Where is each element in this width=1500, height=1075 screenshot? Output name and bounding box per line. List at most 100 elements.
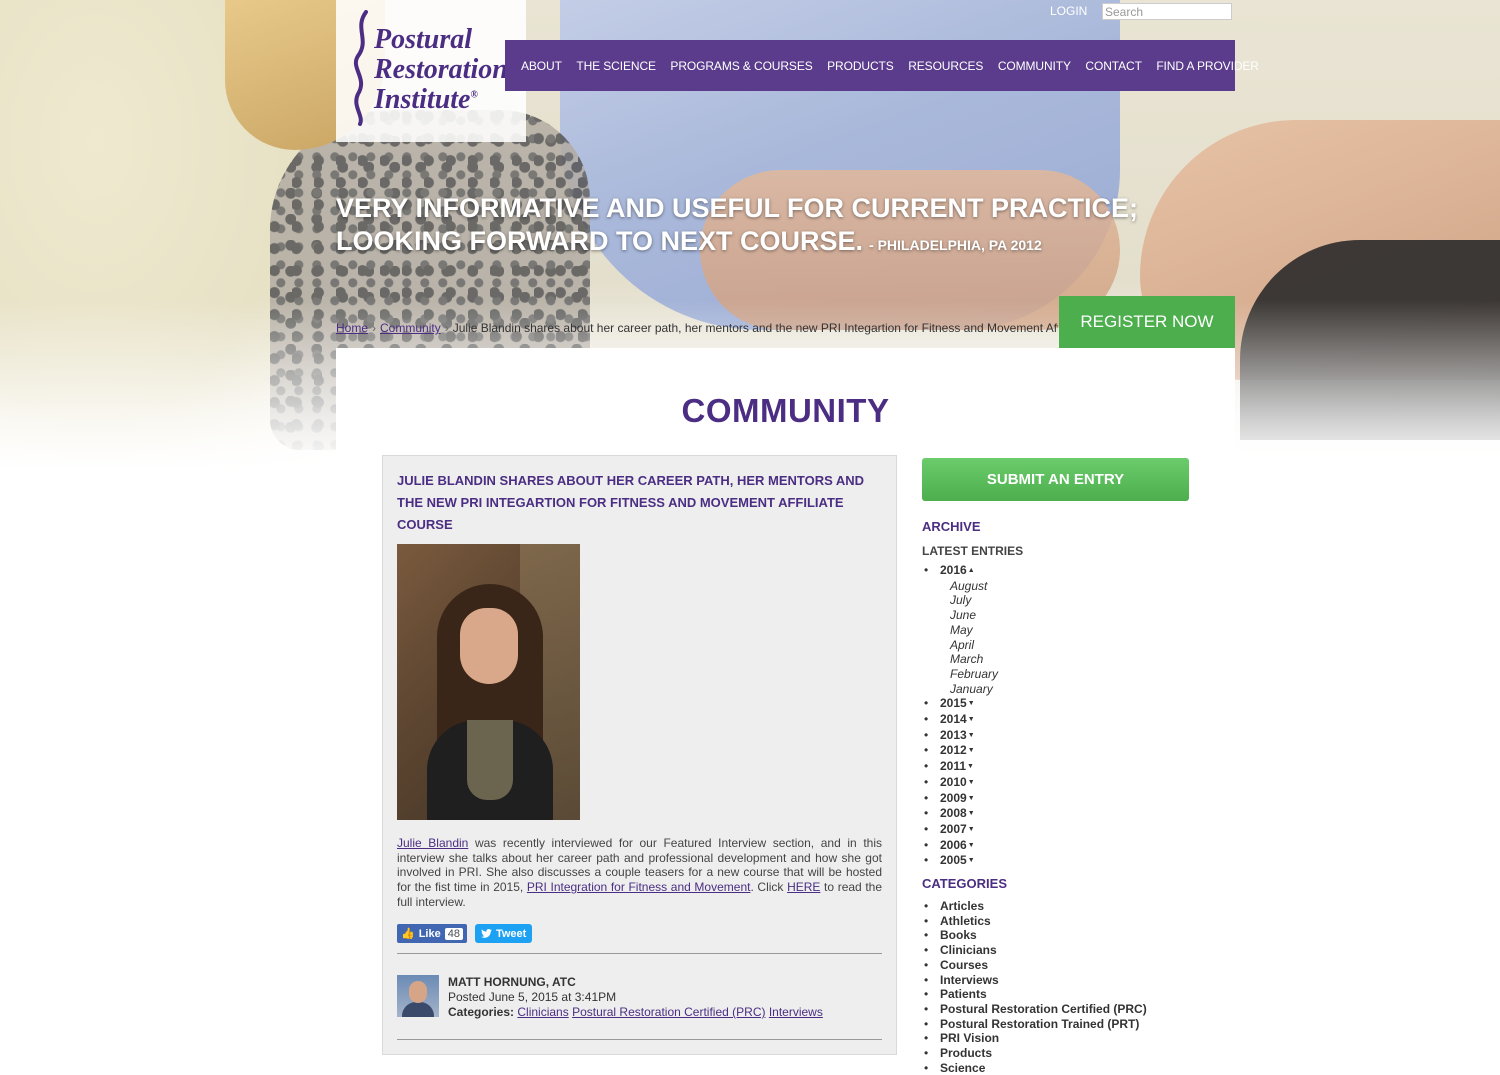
nav-about[interactable]: ABOUT: [521, 59, 562, 73]
author-name: MATT HORNUNG, ATC: [448, 975, 576, 989]
archive-year[interactable]: • 2007▼: [924, 822, 998, 838]
social-buttons: 👍 Like 48 Tweet: [397, 924, 533, 943]
latest-entries-heading: LATEST ENTRIES: [922, 544, 1024, 558]
divider: [397, 1039, 882, 1040]
breadcrumb-separator: ›: [372, 321, 377, 335]
category-item[interactable]: • Articles: [924, 899, 1147, 914]
archive-month[interactable]: June: [950, 608, 998, 623]
author-meta: MATT HORNUNG, ATC Posted June 5, 2015 at…: [448, 975, 823, 1020]
category-item[interactable]: • Clinicians: [924, 943, 1147, 958]
archive-year[interactable]: • 2011▼: [924, 759, 998, 775]
register-now-button[interactable]: REGISTER NOW: [1059, 296, 1235, 348]
archive-year[interactable]: • 2014▼: [924, 712, 998, 728]
category-item[interactable]: • Science: [924, 1061, 1147, 1075]
nav-contact[interactable]: CONTACT: [1085, 59, 1142, 73]
category-item[interactable]: • Postural Restoration Trained (PRT): [924, 1017, 1147, 1032]
categories-heading: CATEGORIES: [922, 876, 1007, 891]
nav-the-science[interactable]: THE SCIENCE: [576, 59, 656, 73]
caret-down-icon: ▼: [967, 700, 975, 708]
caret-down-icon: ▼: [967, 857, 975, 865]
facebook-like-button[interactable]: 👍 Like 48: [397, 924, 467, 943]
like-count: 48: [444, 927, 463, 940]
article-photo: [397, 544, 580, 820]
author-avatar: [397, 975, 439, 1017]
author-block: MATT HORNUNG, ATC Posted June 5, 2015 at…: [397, 975, 882, 1019]
caret-down-icon: ▼: [967, 747, 975, 755]
caret-down-icon: ▼: [967, 731, 975, 739]
nav-programs-courses[interactable]: PROGRAMS & COURSES: [670, 59, 812, 73]
tweet-button[interactable]: Tweet: [474, 924, 533, 943]
archive-year[interactable]: • 2013▼: [924, 728, 998, 744]
breadcrumb: Home › Community › Julie Blandin shares abou…: [336, 321, 1058, 338]
article-body: Julie Blandin was recently interviewed f…: [397, 836, 883, 909]
archive-months: August July June May April March Februar…: [924, 579, 998, 697]
archive-month[interactable]: August: [950, 579, 998, 594]
archive-heading: ARCHIVE: [922, 519, 981, 534]
logo-text-line3: Institute®: [374, 84, 478, 115]
category-item[interactable]: • Patients: [924, 987, 1147, 1002]
category-link-interviews[interactable]: Interviews: [769, 1005, 823, 1019]
category-item[interactable]: • Postural Restoration Certified (PRC): [924, 1002, 1147, 1017]
main-nav: ABOUT THE SCIENCE PROGRAMS & COURSES PRO…: [505, 40, 1259, 91]
breadcrumb-home[interactable]: Home: [336, 321, 368, 335]
archive-month[interactable]: January: [950, 682, 998, 697]
here-link[interactable]: HERE: [787, 880, 820, 894]
post-categories: Categories: Clinicians Postural Restorat…: [448, 1005, 823, 1019]
caret-down-icon: ▼: [967, 841, 975, 849]
breadcrumb-current: Julie Blandin shares about her career pa…: [452, 321, 1058, 335]
archive-year[interactable]: • 2010▼: [924, 775, 998, 791]
site-logo[interactable]: Postural Restoration Institute®: [336, 0, 526, 142]
article-title: JULIE BLANDIN SHARES ABOUT HER CAREER PA…: [397, 473, 865, 532]
category-link-prc[interactable]: Postural Restoration Certified (PRC): [572, 1005, 765, 1019]
twitter-bird-icon: [481, 929, 492, 938]
archive-year[interactable]: • 2005▼: [924, 853, 998, 869]
pri-integration-link[interactable]: PRI Integration for Fitness and Movement: [527, 880, 751, 894]
archive-year[interactable]: • 2012▼: [924, 743, 998, 759]
archive-month[interactable]: April: [950, 638, 998, 653]
category-item[interactable]: • Courses: [924, 958, 1147, 973]
search-input[interactable]: [1102, 3, 1232, 20]
category-item[interactable]: • PRI Vision: [924, 1031, 1147, 1046]
testimonial-quote: VERY INFORMATIVE AND USEFUL FOR CURRENT …: [336, 192, 1216, 258]
nav-products[interactable]: PRODUCTS: [827, 59, 894, 73]
submit-entry-button[interactable]: SUBMIT AN ENTRY: [922, 458, 1189, 501]
archive-year[interactable]: • 2006▼: [924, 838, 998, 854]
caret-down-icon: ▼: [967, 763, 974, 771]
page-title: COMMUNITY: [681, 392, 890, 429]
login-link[interactable]: LOGIN: [1050, 4, 1087, 18]
thumbs-up-icon: 👍: [401, 928, 415, 940]
category-item[interactable]: • Athletics: [924, 914, 1147, 929]
archive-month[interactable]: February: [950, 667, 998, 682]
logo-text-line1: Postural: [374, 24, 473, 55]
breadcrumb-separator: ›: [444, 321, 449, 335]
categories-list: • Articles • Athletics • Books • Clinicians …: [924, 899, 1147, 1075]
category-item[interactable]: • Books: [924, 928, 1147, 943]
archive-year[interactable]: • 2016▲ August July June May April March …: [924, 563, 998, 696]
category-item[interactable]: • Products: [924, 1046, 1147, 1061]
caret-down-icon: ▼: [967, 778, 975, 786]
archive-year[interactable]: • 2009▼: [924, 791, 998, 807]
quote-source: - PHILADELPHIA, PA 2012: [869, 237, 1042, 253]
breadcrumb-community[interactable]: Community: [380, 321, 441, 335]
archive-year[interactable]: • 2015▼: [924, 696, 998, 712]
archive-month[interactable]: July: [950, 593, 998, 608]
nav-community[interactable]: COMMUNITY: [998, 59, 1071, 73]
caret-down-icon: ▼: [967, 825, 975, 833]
julie-blandin-link[interactable]: Julie Blandin: [397, 836, 468, 850]
caret-down-icon: ▼: [967, 794, 975, 802]
archive-month[interactable]: May: [950, 623, 998, 638]
nav-resources[interactable]: RESOURCES: [908, 59, 983, 73]
article-card: JULIE BLANDIN SHARES ABOUT HER CAREER PA…: [382, 455, 897, 1055]
caret-down-icon: ▼: [967, 810, 975, 818]
category-item[interactable]: • Interviews: [924, 973, 1147, 988]
nav-find-a-provider[interactable]: FIND A PROVIDER: [1156, 59, 1259, 73]
category-link-clinicians[interactable]: Clinicians: [517, 1005, 568, 1019]
caret-down-icon: ▼: [967, 716, 975, 724]
post-date: Posted June 5, 2015 at 3:41PM: [448, 990, 617, 1004]
archive-year[interactable]: • 2008▼: [924, 806, 998, 822]
logo-text-line2: Restoration: [374, 54, 508, 85]
spine-logo-icon: [354, 10, 368, 126]
archive-list: • 2016▲ August July June May April March …: [924, 563, 998, 869]
archive-month[interactable]: March: [950, 652, 998, 667]
caret-up-icon: ▲: [967, 567, 975, 574]
